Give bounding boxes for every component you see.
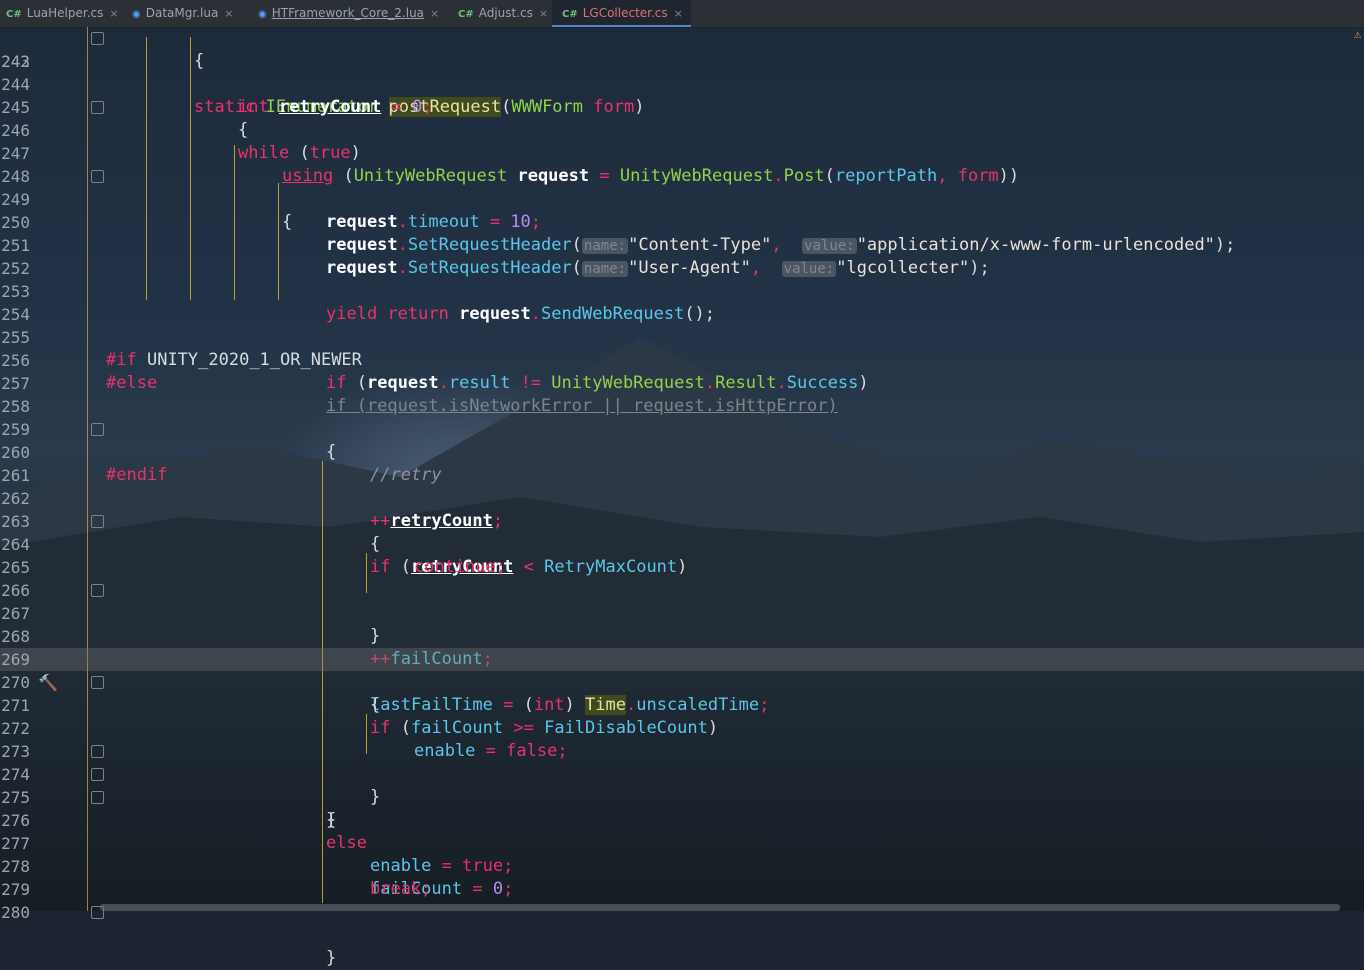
tab-lgcollecter[interactable]: C# LGCollecter.cs × (552, 0, 691, 27)
fold-marker-icon[interactable] (91, 676, 104, 689)
line-number: 247 (1, 144, 30, 163)
line-number: 269 (1, 650, 30, 669)
tab-label: LuaHelper.cs (26, 6, 104, 20)
fold-marker-icon[interactable] (91, 791, 104, 804)
tab-adjust[interactable]: C# Adjust.cs × (458, 0, 548, 27)
token: { (326, 442, 337, 462)
line-number: 275 (1, 788, 30, 807)
token: if (request.isNetworkError || request.is… (326, 396, 838, 416)
line-number: 267 (1, 604, 30, 623)
token: { (238, 120, 249, 140)
token: #else (106, 373, 158, 393)
fold-marker-icon[interactable] (91, 423, 104, 436)
tab-luahelper[interactable]: C# LuaHelper.cs × (6, 0, 119, 27)
lua-file-icon: ◉ (258, 9, 267, 20)
close-icon[interactable]: × (109, 7, 118, 20)
close-icon[interactable]: × (539, 7, 548, 20)
tab-datamgr[interactable]: ◉ DataMgr.lua × (132, 0, 234, 27)
current-line: 269 🔨 lastFailTime = (int) Time.unscaled… (0, 648, 1364, 715)
csharp-file-icon: C# (458, 9, 474, 20)
line-number: 261 (1, 466, 30, 485)
line-number: 268 (1, 627, 30, 646)
fold-marker-icon[interactable] (91, 170, 104, 183)
line-number: 250 (1, 213, 30, 232)
token: break; (370, 879, 432, 899)
line-number: 257 (1, 374, 30, 393)
tab-label: Adjust.cs (478, 6, 533, 20)
close-icon[interactable]: × (674, 7, 683, 20)
line-number: 251 (1, 236, 30, 255)
close-icon[interactable]: × (224, 7, 233, 20)
line-number: 266 (1, 581, 30, 600)
fold-marker-icon[interactable] (91, 32, 104, 45)
fold-marker-icon[interactable] (91, 515, 104, 528)
line-number: 279 (1, 880, 30, 899)
token: { (370, 534, 381, 554)
line-number: 255 (1, 328, 30, 347)
code-line: 242 static IEnumerator postRequest(WWWFo… (0, 27, 1364, 117)
line-number: 253 (1, 282, 30, 301)
line-number: 259 (1, 420, 30, 439)
token: //retry (370, 465, 442, 485)
line-number: 248 (1, 167, 30, 186)
fold-marker-icon[interactable] (91, 768, 104, 781)
tab-label: HTFramework_Core_2.lua (271, 6, 425, 20)
csharp-file-icon: C# (6, 9, 22, 20)
token: { (370, 695, 381, 715)
csharp-file-icon: C# (562, 9, 578, 20)
fold-marker-icon[interactable] (91, 745, 104, 758)
close-icon[interactable]: × (430, 7, 439, 20)
line-number: 273 (1, 742, 30, 761)
line-number: 280 (1, 903, 30, 922)
token: { (194, 51, 205, 71)
line-number: 246 (1, 121, 30, 140)
line-number: 260 (1, 443, 30, 462)
fold-marker-icon[interactable] (91, 101, 104, 114)
token: continue; (414, 557, 507, 577)
line-number: 258 (1, 397, 30, 416)
horizontal-scrollbar[interactable] (100, 904, 1340, 911)
tab-label: DataMgr.lua (145, 6, 219, 20)
line-number: 276 (1, 811, 30, 830)
line-number: 263 (1, 512, 30, 531)
line-number: 272 (1, 719, 30, 738)
line-number: 278 (1, 857, 30, 876)
line-number: 249 (1, 190, 30, 209)
lua-file-icon: ◉ (132, 9, 141, 20)
line-number: 262 (1, 489, 30, 508)
token: } (326, 948, 337, 968)
line-number: 244 (1, 75, 30, 94)
line-number: 256 (1, 351, 30, 370)
tab-htframework[interactable]: ◉ HTFramework_Core_2.lua × (258, 0, 439, 27)
tab-label: LGCollecter.cs (582, 6, 668, 20)
token: { (326, 810, 337, 830)
line-number: 243 (1, 52, 30, 71)
editor-tab-bar: C# LuaHelper.cs × ◉ DataMgr.lua × ◉ HTFramewo… (0, 0, 1364, 28)
line-number: 277 (1, 834, 30, 853)
fold-marker-icon[interactable] (91, 584, 104, 597)
line-number: 252 (1, 259, 30, 278)
code-editor[interactable]: ⚠ 242 static IEnumerator postRequest(WWW… (0, 27, 1364, 968)
line-number: 264 (1, 535, 30, 554)
line-number: 274 (1, 765, 30, 784)
line-number: 271 (1, 696, 30, 715)
line-number: 254 (1, 305, 30, 324)
line-number: 270 (1, 673, 30, 692)
line-number: 265 (1, 558, 30, 577)
line-number: 245 (1, 98, 30, 117)
